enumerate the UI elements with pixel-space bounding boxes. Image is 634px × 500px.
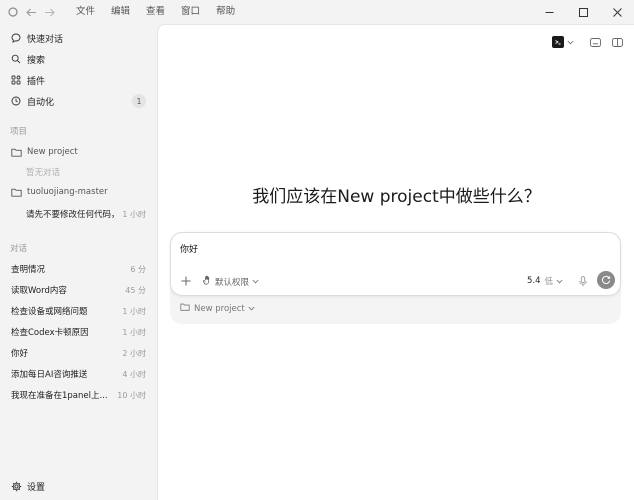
project-selector[interactable]: New project — [180, 303, 255, 314]
microphone-icon[interactable] — [577, 274, 589, 288]
project-name: New project — [27, 147, 78, 157]
settings-label: 设置 — [27, 482, 46, 493]
thread-time: 1 小时 — [122, 209, 146, 219]
chat-item[interactable]: 读取Word内容 45 分 — [0, 280, 156, 300]
sidebar-item-label: 自动化 — [27, 97, 55, 108]
chat-title: 读取Word内容 — [11, 286, 67, 296]
sidebar-item-label: 快速对话 — [27, 34, 64, 45]
chevron-down-icon — [252, 277, 259, 286]
chevron-down-icon — [248, 304, 255, 313]
send-button[interactable] — [597, 271, 615, 289]
chat-time: 1 小时 — [122, 306, 146, 316]
chat-title: 你好 — [11, 349, 29, 359]
reasoning-level: 低 — [544, 277, 554, 287]
maximize-icon[interactable] — [566, 0, 600, 24]
window-controls — [532, 0, 634, 24]
chat-title: 检查Codex卡顿原因 — [11, 328, 89, 338]
chat-title: 查明情况 — [11, 265, 46, 275]
chat-item[interactable]: 我现在准备在1panel上... 10 小时 — [0, 385, 156, 405]
project-tuoluojiang-master[interactable]: tuoluojiang-master — [0, 182, 156, 202]
page-title: 我们应该在New project中做些什么？ — [252, 187, 541, 207]
thread-row[interactable]: 请先不要修改任何代码，先... 1 小时 — [0, 204, 156, 224]
grid-icon — [10, 74, 22, 86]
chat-item[interactable]: 检查Codex卡顿原因 1 小时 — [0, 322, 156, 342]
chat-time: 2 小时 — [122, 348, 146, 358]
message-input[interactable]: 你好 — [180, 242, 198, 255]
sidebar-item-quick-chat[interactable]: 快速对话 — [0, 28, 156, 48]
settings-button[interactable]: 设置 — [0, 476, 156, 496]
title-bar: 文件 编辑 查看 窗口 帮助 — [0, 0, 634, 24]
minimize-icon[interactable] — [532, 0, 566, 24]
app-logo-icon — [4, 0, 22, 24]
project-empty-state: 暂无对话 — [0, 162, 156, 182]
chat-title: 添加每日AI咨询推送 — [11, 370, 88, 380]
gear-icon — [10, 480, 22, 492]
add-attachment-icon[interactable] — [179, 274, 193, 288]
chat-bubble-icon — [10, 32, 22, 44]
chat-title: 检查设备或网络问题 — [11, 307, 88, 317]
chevron-down-icon — [556, 277, 563, 286]
sidebar-item-plugins[interactable]: 插件 — [0, 70, 156, 90]
chat-item[interactable]: 你好 2 小时 — [0, 343, 156, 363]
forward-arrow-icon[interactable] — [40, 0, 58, 24]
chat-time: 1 小时 — [122, 327, 146, 337]
search-icon — [10, 53, 22, 65]
thread-title: 请先不要修改任何代码，先... — [26, 210, 119, 220]
menu-help[interactable]: 帮助 — [208, 0, 243, 24]
automation-count-badge: 1 — [132, 94, 146, 108]
model-selector[interactable]: 5.4 低 — [527, 275, 563, 287]
main-toolbar — [552, 33, 626, 51]
chat-title: 我现在准备在1panel上... — [11, 391, 108, 401]
composer: 你好 默认权限 5.4 低 — [170, 232, 621, 296]
back-arrow-icon[interactable] — [22, 0, 40, 24]
chat-item[interactable]: 查明情况 6 分 — [0, 259, 156, 279]
sidebar-item-automation[interactable]: 自动化 1 — [0, 91, 156, 111]
agent-logo-icon — [552, 36, 564, 48]
permission-selector[interactable]: 默认权限 — [203, 275, 259, 288]
sidebar-item-search[interactable]: 搜索 — [0, 49, 156, 69]
folder-icon — [10, 186, 22, 198]
project-name: tuoluojiang-master — [27, 187, 108, 197]
menu-file[interactable]: 文件 — [68, 0, 103, 24]
menu-bar: 文件 编辑 查看 窗口 帮助 — [68, 0, 243, 24]
model-version: 5.4 — [527, 276, 541, 286]
permission-label: 默认权限 — [215, 277, 250, 288]
sidebar: 快速对话 搜索 插件 自动化 1 项目 New project 暂无对话 tuo… — [0, 24, 156, 500]
menu-window[interactable]: 窗口 — [173, 0, 208, 24]
clock-icon — [10, 95, 22, 107]
menu-view[interactable]: 查看 — [138, 0, 173, 24]
chat-time: 10 小时 — [117, 390, 146, 400]
empty-text: 暂无对话 — [26, 168, 61, 178]
chat-time: 4 小时 — [122, 369, 146, 379]
folder-icon — [180, 303, 190, 314]
chats-section-header: 对话 — [10, 244, 28, 254]
agent-selector[interactable] — [552, 36, 574, 48]
chevron-down-icon — [567, 38, 574, 47]
panel-toggle-icon[interactable] — [586, 33, 604, 51]
chat-item[interactable]: 检查设备或网络问题 1 小时 — [0, 301, 156, 321]
close-icon[interactable] — [600, 0, 634, 24]
split-view-icon[interactable] — [608, 33, 626, 51]
chat-time: 6 分 — [130, 264, 146, 274]
chat-time: 45 分 — [125, 285, 146, 295]
menu-edit[interactable]: 编辑 — [103, 0, 138, 24]
main-pane: 我们应该在New project中做些什么？ 你好 默认权限 5.4 低 New… — [157, 24, 634, 500]
sidebar-item-label: 插件 — [27, 76, 46, 87]
project-selector-label: New project — [194, 303, 245, 314]
projects-section-header: 项目 — [10, 127, 28, 137]
project-new-project[interactable]: New project — [0, 142, 156, 162]
hand-icon — [203, 275, 212, 288]
sidebar-item-label: 搜索 — [27, 55, 46, 66]
folder-icon — [10, 146, 22, 158]
chat-item[interactable]: 添加每日AI咨询推送 4 小时 — [0, 364, 156, 384]
